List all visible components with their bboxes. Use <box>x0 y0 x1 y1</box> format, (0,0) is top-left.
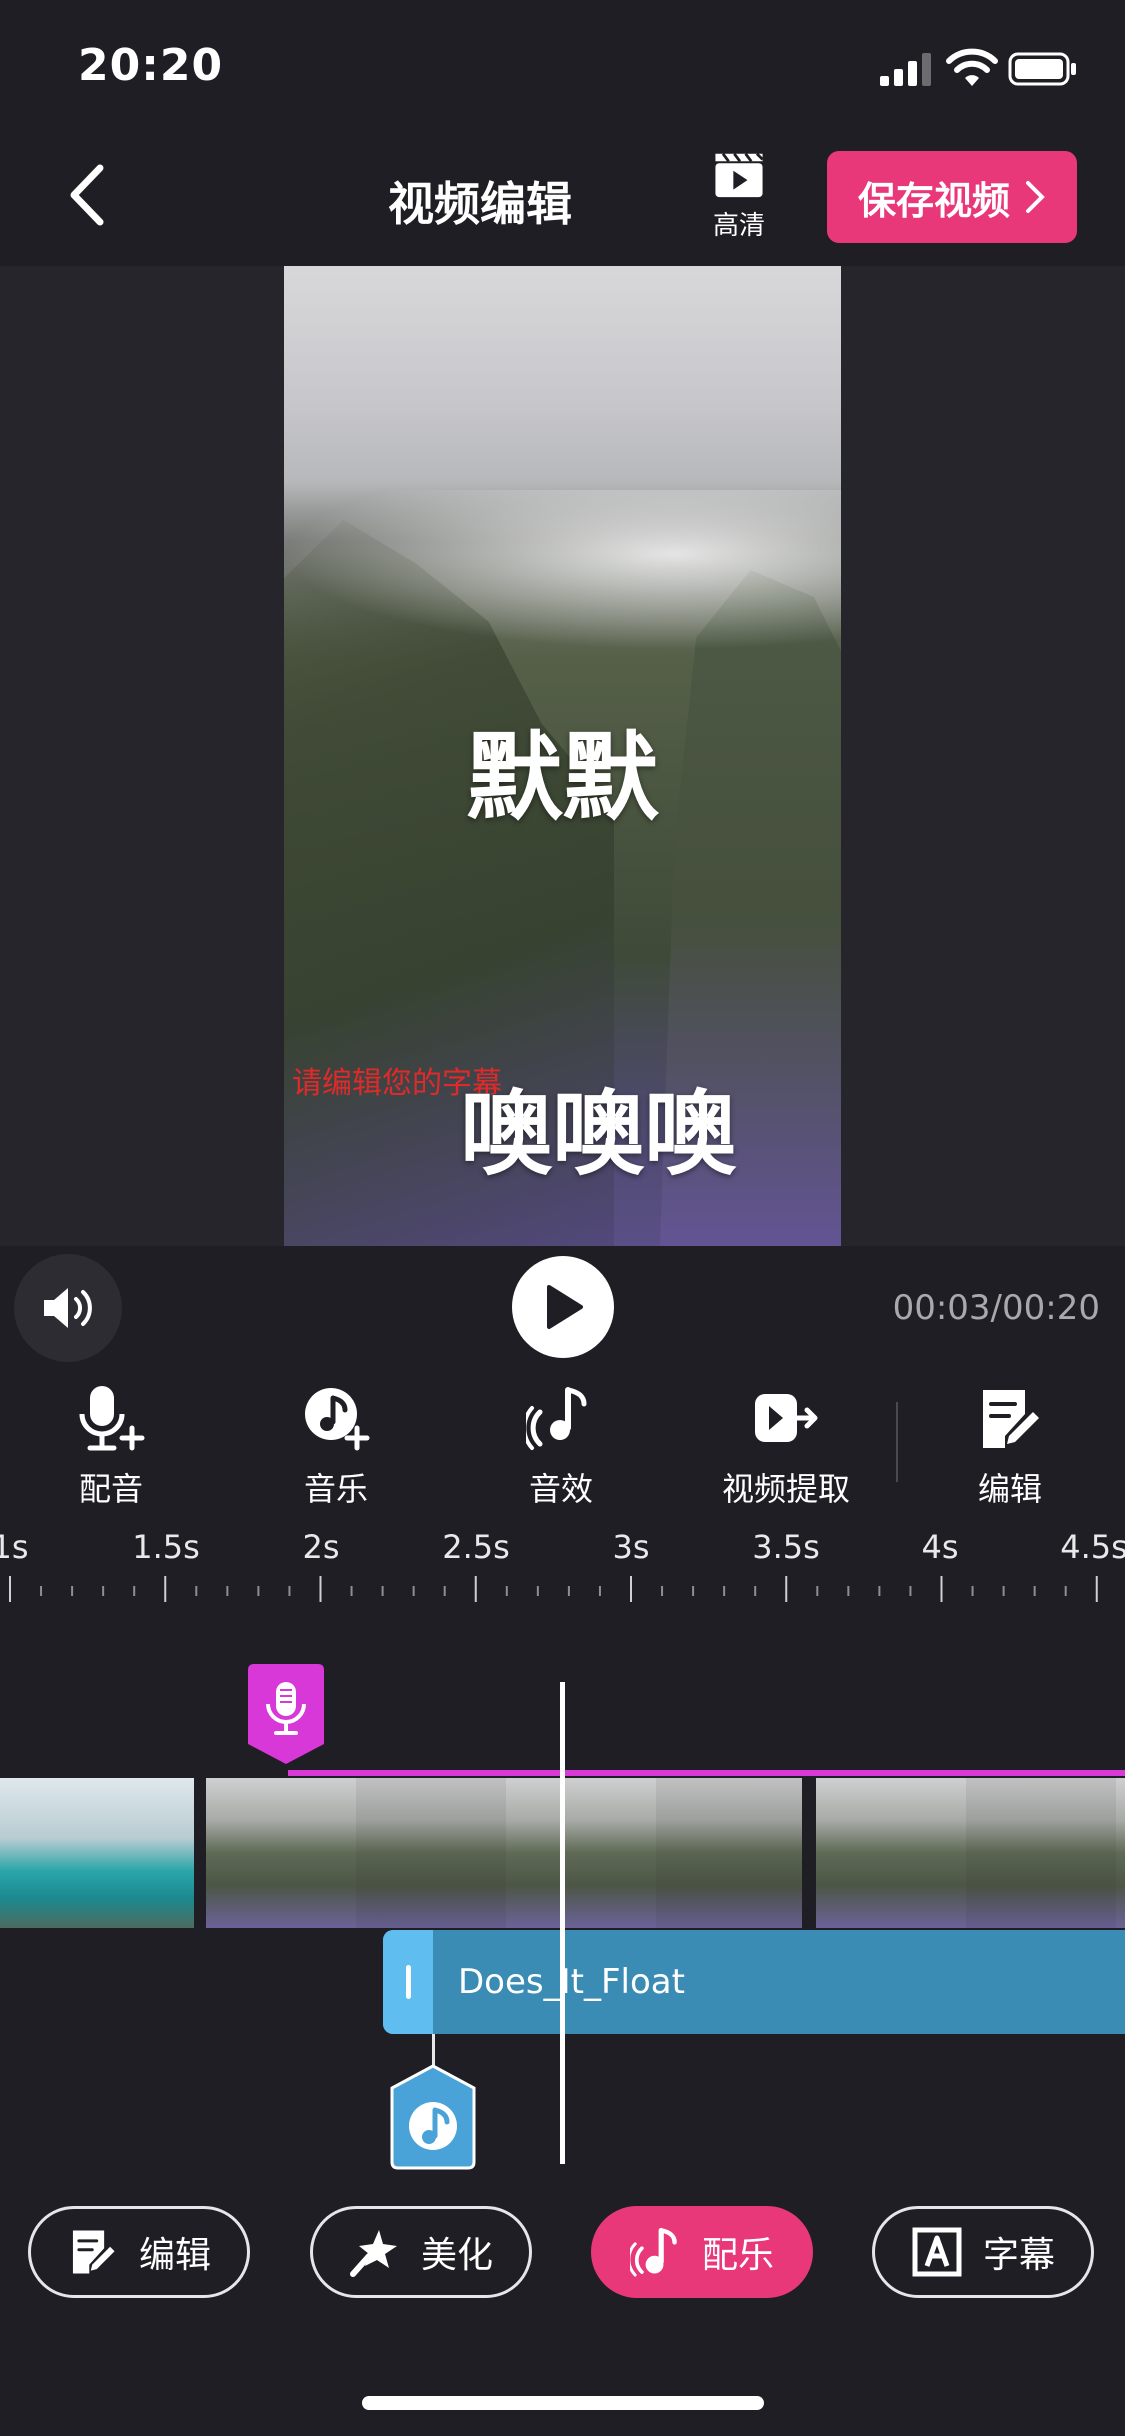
tab-beautify[interactable]: 美化 <box>310 2206 532 2298</box>
clapperboard-icon <box>715 152 764 198</box>
music-note-icon <box>409 2102 457 2150</box>
timeline-ruler[interactable] <box>0 1576 1125 1606</box>
tool-divider <box>896 1402 898 1482</box>
wifi-icon <box>946 48 998 86</box>
video-clip[interactable] <box>206 1778 802 1928</box>
subtitle-icon <box>912 2227 962 2277</box>
music-note-icon <box>629 2227 677 2277</box>
tick-label: 1s <box>0 1528 29 1566</box>
signal-icon <box>880 53 931 86</box>
play-button[interactable] <box>512 1256 614 1358</box>
tool-label: 音效 <box>528 1470 593 1508</box>
music-track-name: Does_It_Float <box>458 1962 685 2002</box>
save-video-button[interactable]: 保存视频 <box>827 151 1077 243</box>
tool-video-extract[interactable]: 视频提取 <box>701 1384 871 1510</box>
tab-music[interactable]: 配乐 <box>591 2206 813 2298</box>
playhead[interactable] <box>560 1682 565 2164</box>
hd-label: 高清 <box>712 211 765 241</box>
chevron-right-icon <box>1026 181 1045 213</box>
volume-button[interactable] <box>14 1254 122 1362</box>
video-clip[interactable] <box>0 1778 194 1928</box>
sound-effect-icon <box>526 1387 587 1450</box>
voice-track-marker[interactable] <box>244 1662 328 1766</box>
overlay-text[interactable]: 默默 <box>284 700 841 839</box>
music-track-marker[interactable] <box>388 2064 478 2170</box>
tool-label: 视频提取 <box>721 1470 850 1508</box>
speaker-icon <box>44 1288 92 1328</box>
tool-music[interactable]: 音乐 <box>251 1384 421 1510</box>
page-title: 视频编辑 <box>388 177 572 231</box>
clip-separator <box>194 1778 204 1928</box>
video-clip[interactable] <box>816 1778 1125 1928</box>
video-mist <box>284 490 841 650</box>
tool-label: 编辑 <box>977 1470 1042 1508</box>
mic-add-icon <box>79 1386 145 1451</box>
tab-label: 编辑 <box>138 2235 211 2276</box>
tab-subtitle[interactable]: 字幕 <box>872 2206 1094 2298</box>
tab-label: 美化 <box>420 2235 493 2276</box>
status-time: 20:20 <box>78 40 224 91</box>
tool-dubbing[interactable]: 配音 <box>26 1384 196 1510</box>
tick-label: 1.5s <box>132 1528 200 1566</box>
tick-label: 3s <box>612 1528 650 1566</box>
tick-label: 3.5s <box>752 1528 820 1566</box>
edit-icon <box>72 2230 115 2274</box>
music-track-handle[interactable] <box>383 1930 433 2034</box>
home-indicator[interactable] <box>362 2396 764 2410</box>
tab-label: 字幕 <box>982 2235 1055 2276</box>
back-button[interactable] <box>60 160 120 230</box>
playback-time: 00:03/00:20 <box>892 1288 1100 1328</box>
voice-track-line[interactable] <box>288 1770 1125 1776</box>
battery-icon <box>1008 52 1076 86</box>
overlay-text[interactable]: 噢噢噢 <box>460 1060 736 1193</box>
magic-wand-icon <box>349 2230 397 2277</box>
video-extract-icon <box>755 1394 818 1442</box>
save-label: 保存视频 <box>857 178 1010 223</box>
tick-label: 4.5s <box>1060 1528 1125 1566</box>
music-marker-stem <box>432 2034 435 2068</box>
tool-label: 配音 <box>78 1470 143 1508</box>
tool-edit[interactable]: 编辑 <box>925 1384 1095 1510</box>
hd-quality-button[interactable]: 高清 <box>704 150 774 242</box>
music-add-icon <box>305 1388 370 1451</box>
clip-separator <box>802 1778 812 1928</box>
tick-label: 4s <box>921 1528 959 1566</box>
edit-icon <box>983 1390 1039 1448</box>
tool-sound-effect[interactable]: 音效 <box>476 1384 646 1510</box>
tool-label: 音乐 <box>303 1470 368 1508</box>
tab-label: 配乐 <box>701 2235 774 2276</box>
tick-label: 2s <box>302 1528 340 1566</box>
tick-label: 2.5s <box>442 1528 510 1566</box>
play-icon <box>547 1285 583 1329</box>
tab-edit[interactable]: 编辑 <box>28 2206 250 2298</box>
